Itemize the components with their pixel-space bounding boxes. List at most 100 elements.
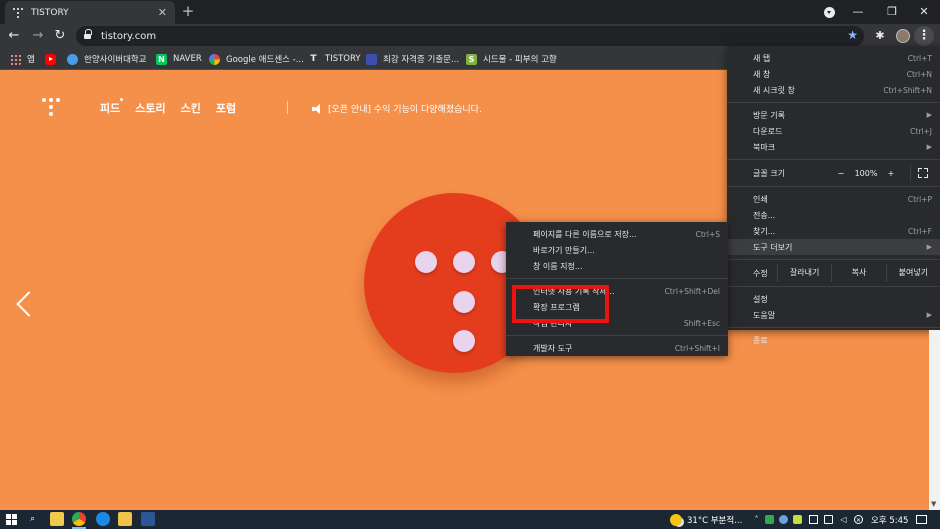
cut-button[interactable]: 잘라내기 xyxy=(777,264,831,282)
volume-icon[interactable]: ◁ xyxy=(839,515,848,524)
menu-bookmarks[interactable]: 북마크 ▶ xyxy=(727,139,940,155)
menu-find[interactable]: 찾기... Ctrl+F xyxy=(727,223,940,239)
battery-icon[interactable] xyxy=(824,515,833,524)
notice-banner[interactable]: [오픈 안내] 수익 기능이 다양해졌습니다. xyxy=(312,102,482,115)
menu-shortcut: Ctrl+T xyxy=(907,53,932,63)
bookmark-hanyang[interactable]: 한양사이버대학교 xyxy=(67,52,147,66)
bookmark-sidmool[interactable]: S 시드물 - 피부의 고향 xyxy=(466,52,557,66)
nav-skin[interactable]: 스킨 xyxy=(181,100,201,116)
chrome-taskbar-icon[interactable] xyxy=(72,512,86,529)
scroll-down-icon[interactable]: ▼ xyxy=(931,500,936,508)
tab-search-icon[interactable] xyxy=(824,7,835,18)
tab-tistory[interactable]: TISTORY ✕ xyxy=(5,1,175,24)
menu-new-window[interactable]: 새 창 Ctrl+N xyxy=(727,66,940,82)
copy-button[interactable]: 복사 xyxy=(831,264,885,282)
menu-separator xyxy=(727,327,940,328)
menu-edit-row: 수정 잘라내기 복사 붙여넣기 xyxy=(727,264,940,282)
forward-icon[interactable]: → xyxy=(30,28,46,44)
back-icon[interactable]: ← xyxy=(6,28,22,44)
close-window-button[interactable]: ✕ xyxy=(908,0,940,24)
address-bar[interactable]: tistory.com ★ xyxy=(76,26,864,46)
bookmark-exam[interactable]: 최강 자격증 기출문... xyxy=(366,52,459,66)
menu-label: 새 창 xyxy=(753,69,771,79)
menu-shortcut: Ctrl+J xyxy=(910,126,932,136)
nav-divider xyxy=(287,101,288,114)
speaker-icon xyxy=(312,103,322,114)
bookmark-youtube[interactable] xyxy=(45,52,62,66)
bookmark-naver[interactable]: N NAVER xyxy=(156,52,202,66)
carousel-prev-icon[interactable] xyxy=(16,291,42,317)
menu-history[interactable]: 방문 기록 ▶ xyxy=(727,107,940,123)
windows-start-icon[interactable] xyxy=(6,514,17,525)
bookmark-star-icon[interactable]: ★ xyxy=(847,28,858,42)
onedrive-icon[interactable] xyxy=(779,515,788,524)
notification-center-icon[interactable] xyxy=(916,515,927,524)
hero-dot xyxy=(453,330,475,352)
tray-app2-icon[interactable] xyxy=(793,515,802,524)
menu-more-tools[interactable]: 도구 더보기 ▶ xyxy=(727,239,940,255)
paste-button[interactable]: 붙여넣기 xyxy=(885,264,940,282)
nav-story[interactable]: 스토리 xyxy=(135,100,165,116)
bookmark-google-adsense[interactable]: Google 애드센스 -... xyxy=(209,52,304,66)
menu-label: 찾기... xyxy=(753,226,776,236)
file-explorer-icon[interactable] xyxy=(118,512,132,526)
hero-dot xyxy=(415,251,437,273)
bookmark-tistory[interactable]: T TISTORY xyxy=(308,52,360,66)
nav-forum[interactable]: 포럼 xyxy=(216,100,236,116)
google-icon xyxy=(209,53,220,65)
minimize-button[interactable]: — xyxy=(842,0,874,24)
tab-title: TISTORY xyxy=(31,7,69,18)
menu-help[interactable]: 도움말 ▶ xyxy=(727,307,940,323)
submenu-create-shortcut[interactable]: 바로가기 만들기... xyxy=(506,242,728,258)
nav-feed[interactable]: 피드 xyxy=(100,100,120,116)
submenu-arrow-icon: ▶ xyxy=(926,243,932,251)
extensions-puzzle-icon[interactable]: ✱ xyxy=(873,29,887,43)
sticky-notes-icon[interactable] xyxy=(50,512,64,526)
word-icon[interactable] xyxy=(141,512,155,526)
fullscreen-icon[interactable] xyxy=(910,165,932,181)
search-icon[interactable]: ⌕ xyxy=(26,513,39,526)
page-scrollbar[interactable]: ▼ xyxy=(929,330,940,510)
reload-icon[interactable]: ↻ xyxy=(52,28,68,44)
menu-exit[interactable]: 종료 xyxy=(727,332,940,348)
submenu-dev-tools[interactable]: 개발자 도구 Ctrl+Shift+I xyxy=(506,340,728,356)
weather-widget[interactable]: 31°C 부분적... xyxy=(670,510,742,529)
menu-print[interactable]: 인쇄 Ctrl+P xyxy=(727,191,940,207)
tray-chevron-icon[interactable]: ˄ xyxy=(752,515,761,524)
submenu-name-window[interactable]: 창 이름 지정... xyxy=(506,258,728,274)
menu-separator xyxy=(727,186,940,187)
bookmark-label: Google 애드센스 -... xyxy=(226,55,304,65)
lock-icon[interactable] xyxy=(84,29,92,40)
hanyang-icon xyxy=(67,53,78,65)
zoom-out-button[interactable]: − xyxy=(830,169,852,178)
notice-text[interactable]: [오픈 안내] 수익 기능이 다양해졌습니다. xyxy=(328,102,482,115)
menu-label: 종료 xyxy=(753,335,768,345)
bookmark-label: 앱 xyxy=(27,55,35,65)
new-tab-button[interactable]: + xyxy=(180,3,196,19)
clock[interactable]: 오후 5:45 xyxy=(871,510,908,529)
maximize-button[interactable]: ❐ xyxy=(876,0,908,24)
network-icon[interactable]: ✕ xyxy=(854,515,863,524)
zoom-in-button[interactable]: + xyxy=(880,169,902,178)
weather-sun-icon xyxy=(670,513,682,526)
tray-app-icon[interactable] xyxy=(765,515,774,524)
tistory-logo-icon[interactable] xyxy=(42,98,60,118)
menu-incognito[interactable]: 새 시크릿 창 Ctrl+Shift+N xyxy=(727,82,940,98)
url-text[interactable]: tistory.com xyxy=(101,31,156,42)
menu-shortcut: Ctrl+Shift+N xyxy=(883,85,932,95)
keyboard-icon[interactable] xyxy=(809,515,818,524)
bookmark-apps[interactable]: 앱 xyxy=(10,52,35,66)
menu-label: 인쇄 xyxy=(753,194,768,204)
menu-label: 방문 기록 xyxy=(753,110,785,120)
menu-downloads[interactable]: 다운로드 Ctrl+J xyxy=(727,123,940,139)
menu-cast[interactable]: 전송... xyxy=(727,207,940,223)
tab-close-icon[interactable]: ✕ xyxy=(158,6,167,19)
chrome-menu-button[interactable]: ⋮ xyxy=(914,26,934,46)
profile-avatar[interactable] xyxy=(896,29,910,43)
menu-new-tab[interactable]: 새 탭 Ctrl+T xyxy=(727,50,940,66)
menu-shortcut: Ctrl+F xyxy=(908,226,932,236)
naver-icon: N xyxy=(156,53,167,65)
edge-icon[interactable] xyxy=(96,512,110,526)
menu-settings[interactable]: 설정 xyxy=(727,291,940,307)
submenu-save-page[interactable]: 페이지를 다른 이름으로 저장... Ctrl+S xyxy=(506,226,728,242)
